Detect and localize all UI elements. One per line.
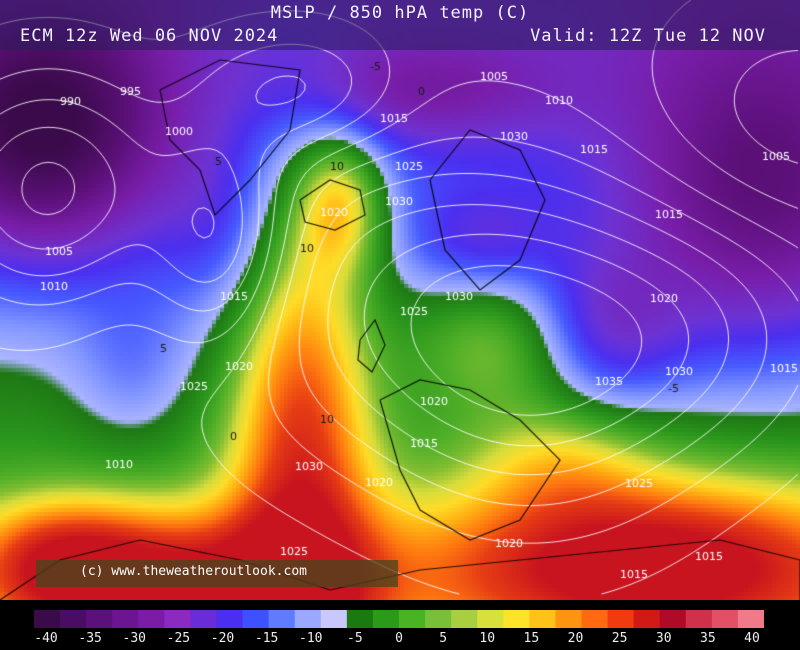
- scale-tick-label: 20: [567, 631, 584, 646]
- scale-swatch: [425, 610, 452, 628]
- scale-swatch: [607, 610, 635, 628]
- scale-swatch: [34, 610, 61, 628]
- scale-tick-label: -30: [122, 631, 146, 646]
- credit-banner: (c) www.theweatheroutlook.com: [36, 560, 398, 587]
- scale-swatch: [737, 610, 764, 628]
- scale-tick-label: -25: [166, 631, 191, 646]
- scale-swatch: [451, 610, 478, 628]
- scale-swatch: [216, 610, 244, 628]
- scale-tick-label: -5: [347, 631, 363, 646]
- scale-tick-label: -20: [210, 631, 235, 646]
- scale-swatch: [138, 610, 165, 628]
- weather-map: [0, 0, 800, 600]
- scale-tick-label: 30: [655, 631, 672, 646]
- scale-tick-label: 25: [611, 631, 628, 646]
- scale-swatch: [372, 610, 400, 628]
- scale-swatch: [399, 610, 426, 628]
- color-scale-bar: [34, 610, 764, 628]
- scale-tick-label: -35: [78, 631, 102, 646]
- scale-swatch: [633, 610, 661, 628]
- scale-tick-label: -40: [34, 631, 58, 646]
- scale-swatch: [294, 610, 322, 628]
- scale-swatch: [60, 610, 87, 628]
- scale-tick-label: 40: [744, 631, 760, 646]
- scale-swatch: [581, 610, 609, 628]
- scale-swatch: [320, 610, 348, 628]
- scale-swatch: [190, 610, 218, 628]
- temperature-scale: -40 -35 -30 -25 -20 -15 -10 -5 0 5 10 15 20 25 30 35 40: [0, 600, 800, 650]
- scale-swatch: [268, 610, 296, 628]
- scale-tick-label: -15: [254, 631, 279, 646]
- scale-tick-label: 0: [395, 631, 403, 646]
- scale-swatch: [164, 610, 192, 628]
- scale-swatch: [242, 610, 270, 628]
- scale-tick-label: -10: [299, 631, 323, 646]
- scale-swatch: [529, 610, 557, 628]
- scale-tick-label: 10: [479, 631, 496, 646]
- scale-swatch: [555, 610, 583, 628]
- scale-swatch: [346, 610, 374, 628]
- scale-swatch: [685, 610, 713, 628]
- scale-swatch: [711, 610, 739, 628]
- scale-swatch: [477, 610, 504, 628]
- scale-swatch: [86, 610, 113, 628]
- scale-tick-label: 5: [439, 631, 448, 646]
- scale-swatch: [503, 610, 530, 628]
- scale-swatch: [112, 610, 139, 628]
- credit-text: (c) www.theweatheroutlook.com: [80, 564, 307, 579]
- scale-swatch: [659, 610, 687, 628]
- scale-tick-label: 15: [523, 631, 540, 646]
- scale-tick-label: 35: [700, 631, 716, 646]
